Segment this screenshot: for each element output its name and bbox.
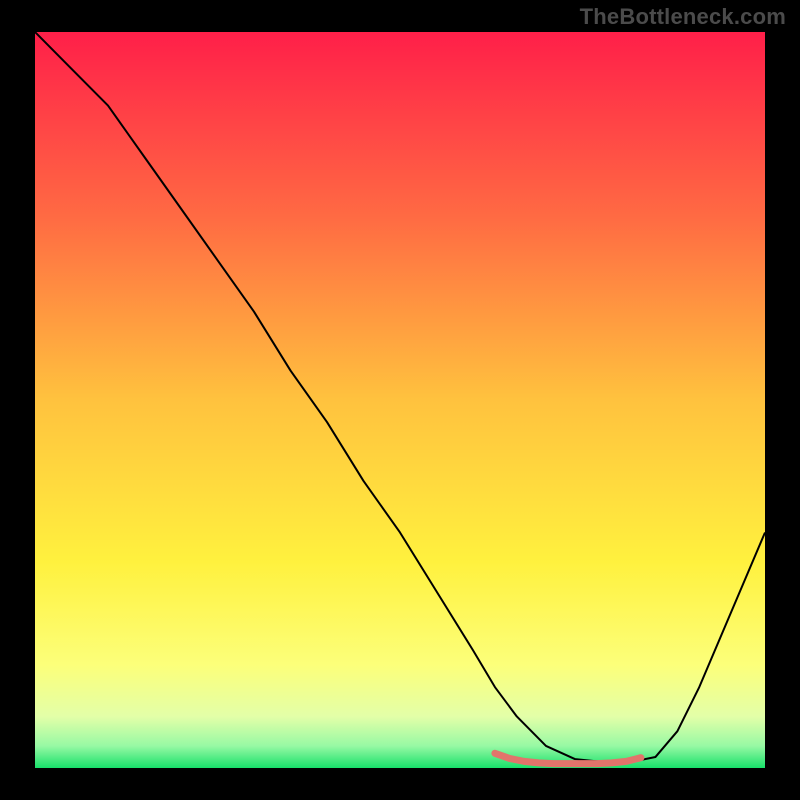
chart-background — [35, 32, 765, 768]
watermark-text: TheBottleneck.com — [580, 4, 786, 30]
chart-frame: TheBottleneck.com — [0, 0, 800, 800]
bottleneck-chart — [35, 32, 765, 768]
